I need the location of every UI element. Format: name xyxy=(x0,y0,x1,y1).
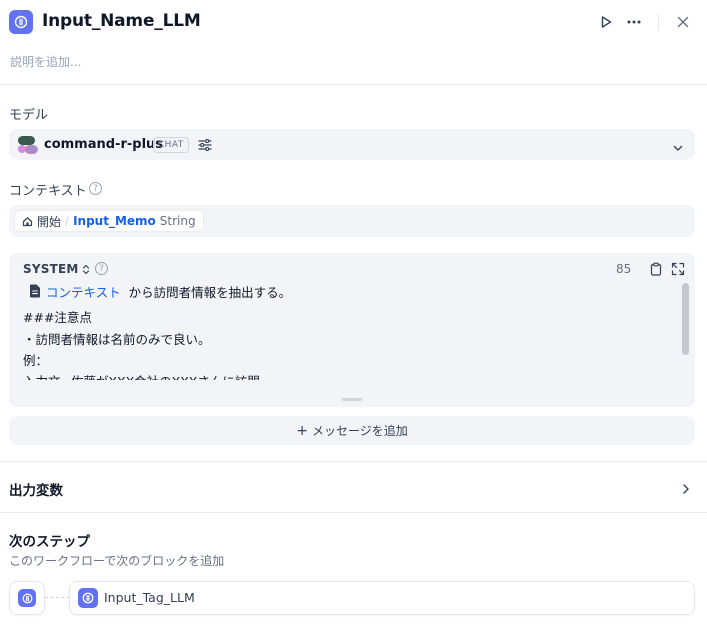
chevron-right-icon xyxy=(680,480,692,494)
more-icon xyxy=(627,20,641,24)
context-variable-chip[interactable]: 開始 / Input_Memo String xyxy=(14,210,204,232)
llm-icon xyxy=(14,15,28,29)
divider xyxy=(0,84,707,85)
resize-handle[interactable] xyxy=(342,398,362,401)
variable-node-name: 開始 xyxy=(37,214,62,229)
prompt-line: ###注意点 xyxy=(23,310,92,325)
context-tag[interactable]: コンテキスト xyxy=(46,282,121,301)
expand-icon xyxy=(671,262,685,276)
page-title[interactable]: Input_Name_LLM xyxy=(42,11,201,31)
role-label: SYSTEM xyxy=(23,262,79,276)
run-button[interactable] xyxy=(596,12,616,32)
sliders-icon xyxy=(198,138,212,152)
llm-icon xyxy=(82,592,94,604)
role-selector[interactable]: SYSTEM xyxy=(23,262,90,276)
chevron-down-icon xyxy=(672,139,684,151)
output-variables-label: 出力変数 xyxy=(9,483,63,499)
prompt-line: 入力文~佐藤がXXX会社のXXXさんに訪問 xyxy=(23,371,260,380)
llm-node-icon xyxy=(18,589,36,607)
help-icon[interactable]: ? xyxy=(95,262,108,275)
chevron-up-down-icon xyxy=(82,264,89,274)
scrollbar-thumb[interactable] xyxy=(682,283,689,355)
divider xyxy=(0,461,707,462)
clipboard-icon xyxy=(650,262,662,276)
model-mode-badge: CHAT xyxy=(153,137,189,153)
document-icon xyxy=(29,283,41,298)
prompt-line: 例： xyxy=(23,353,49,368)
cohere-logo-icon xyxy=(18,136,38,154)
next-step-sublabel: このワークフローで次のブロックを追加 xyxy=(9,554,225,568)
help-icon[interactable]: ? xyxy=(89,182,102,195)
variable-separator: / xyxy=(65,214,70,228)
llm-node-icon xyxy=(78,588,98,608)
play-icon xyxy=(601,16,612,28)
add-message-button[interactable]: + メッセージを追加 xyxy=(9,416,695,445)
header-divider xyxy=(658,14,659,30)
close-icon xyxy=(677,16,689,28)
prompt-text: から訪問者情報を抽出する。 xyxy=(128,285,292,300)
llm-icon xyxy=(22,593,32,603)
plus-icon: + xyxy=(296,422,308,439)
expand-button[interactable] xyxy=(671,261,685,276)
divider xyxy=(0,512,707,513)
add-message-label: メッセージを追加 xyxy=(311,424,408,438)
close-button[interactable] xyxy=(673,12,693,32)
variable-name: Input_Memo xyxy=(73,214,156,228)
connector-line xyxy=(45,597,70,598)
next-block-name: Input_Tag_LLM xyxy=(104,590,195,605)
copy-button[interactable] xyxy=(649,261,663,276)
next-step-label: 次のステップ xyxy=(9,534,90,550)
model-label: モデル xyxy=(9,108,49,123)
description-input[interactable]: 説明を追加... xyxy=(10,53,81,70)
output-variables-row[interactable] xyxy=(0,470,707,504)
more-button[interactable] xyxy=(624,12,644,32)
char-count: 85 xyxy=(616,262,632,276)
context-label: コンテキスト xyxy=(9,184,87,199)
model-name: command-r-plus xyxy=(44,137,164,152)
model-params-button[interactable] xyxy=(197,137,213,153)
llm-node-icon xyxy=(9,10,33,34)
variable-type: String xyxy=(159,214,196,228)
prompt-line: ・訪問者情報は名前のみで良い。 xyxy=(23,332,211,347)
prompt-text-area[interactable]: ###注意点 ・訪問者情報は名前のみで良い。 例： 入力文~佐藤がXXX会社のX… xyxy=(23,305,673,380)
home-icon xyxy=(22,216,33,226)
prompt-first-line: コンテキスト から訪問者情報を抽出する。 xyxy=(46,282,291,301)
